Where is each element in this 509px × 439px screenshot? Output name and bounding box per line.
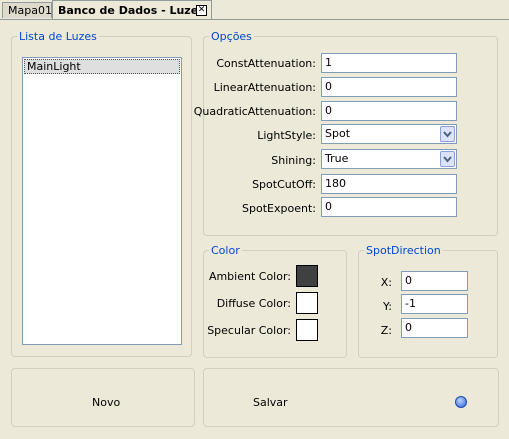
spot-exponent-input[interactable]: 0: [321, 197, 457, 217]
spot-direction-title: SpotDirection: [366, 244, 441, 257]
close-icon[interactable]: ✕: [196, 5, 207, 16]
y-input[interactable]: -1: [401, 294, 468, 314]
diffuse-color-label: Diffuse Color:: [216, 297, 291, 310]
tab-banco-de-dados-luzes[interactable]: Banco de Dados - Luzes ✕: [52, 0, 212, 20]
light-style-select[interactable]: Spot: [321, 124, 457, 144]
tab-label: Banco de Dados - Luzes: [58, 4, 205, 17]
options-title: Opções: [211, 30, 252, 43]
tab-divider: [0, 19, 509, 20]
list-item[interactable]: MainLight: [24, 59, 180, 74]
z-input[interactable]: 0: [401, 318, 468, 338]
light-style-label: LightStyle:: [257, 129, 316, 142]
const-attenuation-label: ConstAttenuation:: [216, 57, 316, 70]
lights-listbox[interactable]: MainLight: [22, 57, 182, 345]
spot-exponent-label: SpotExpoent:: [242, 202, 316, 215]
z-label: Z:: [380, 324, 392, 337]
linear-attenuation-input[interactable]: 0: [321, 77, 457, 97]
lights-list-group: Lista de Luzes MainLight: [11, 30, 192, 357]
spot-cutoff-label: SpotCutOff:: [252, 178, 316, 191]
spot-cutoff-input[interactable]: 180: [321, 174, 457, 194]
const-attenuation-input[interactable]: 1: [321, 53, 457, 73]
linear-attenuation-label: LinearAttenuation:: [213, 81, 316, 94]
shining-value: True: [325, 152, 349, 165]
shining-dropdown-button[interactable]: [440, 151, 455, 167]
shining-label: Shining:: [271, 154, 316, 167]
ambient-color-label: Ambient Color:: [208, 270, 291, 283]
tab-mapa01[interactable]: Mapa01: [2, 2, 52, 18]
quadratic-attenuation-label: QuadraticAttenuation:: [193, 105, 316, 118]
lights-list-title: Lista de Luzes: [19, 30, 97, 43]
specular-color-swatch[interactable]: [296, 319, 318, 341]
specular-color-label: Specular Color:: [207, 324, 291, 337]
x-label: X:: [380, 276, 392, 289]
save-button[interactable]: Salvar: [203, 368, 499, 427]
light-style-dropdown-button[interactable]: [440, 126, 455, 142]
save-button-label: Salvar: [253, 396, 288, 409]
x-input[interactable]: 0: [401, 271, 468, 291]
chevron-down-icon: [443, 131, 452, 138]
shining-select[interactable]: True: [321, 149, 457, 169]
light-style-value: Spot: [325, 127, 351, 140]
new-button[interactable]: Novo: [11, 368, 195, 427]
quadratic-attenuation-input[interactable]: 0: [321, 101, 457, 121]
new-button-label: Novo: [92, 396, 121, 409]
help-icon[interactable]: [455, 396, 467, 408]
y-label: Y:: [383, 300, 392, 313]
diffuse-color-swatch[interactable]: [296, 292, 318, 314]
chevron-down-icon: [443, 156, 452, 163]
color-title: Color: [211, 244, 240, 257]
ambient-color-swatch[interactable]: [296, 265, 318, 287]
tab-strip: Mapa01 Banco de Dados - Luzes ✕: [0, 0, 509, 20]
tab-label: Mapa01: [8, 4, 52, 17]
